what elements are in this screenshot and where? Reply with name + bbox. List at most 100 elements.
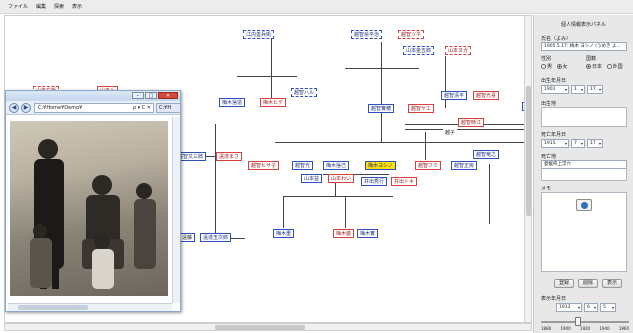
window-titlebar[interactable]: – □ ✕ [6, 91, 180, 101]
tree-node-selected[interactable]: 梅木ヨシノ [365, 161, 397, 170]
tree-node[interactable]: 越智清平 [441, 91, 468, 100]
death-year-select[interactable]: 1915 [541, 139, 569, 148]
window-vertical-scrollbar[interactable] [172, 117, 180, 303]
canvas-vertical-scrollbar[interactable] [524, 16, 531, 322]
window-horizontal-scrollbar[interactable] [8, 303, 172, 311]
connector [283, 196, 393, 197]
tick-label: 1880 [541, 326, 552, 331]
deathplace-label: 死亡地 [541, 154, 557, 160]
tree-node[interactable]: 越智光喜 [473, 91, 500, 100]
tree-node[interactable]: 梅木捨造 [219, 98, 246, 107]
death-day-select[interactable]: 17 [587, 139, 603, 148]
display-date-label: 表示年月日 [541, 296, 567, 302]
connector [283, 196, 284, 228]
tree-node[interactable]: 井出トキ [391, 177, 418, 186]
radio-male-label: 男 [547, 64, 553, 70]
menu-bar: ファイル 編集 探索 表示 [0, 0, 633, 14]
menu-file[interactable]: ファイル [8, 3, 28, 10]
year-slider[interactable]: 1880 1900 1920 1940 1960 [541, 317, 629, 331]
minimize-button[interactable]: – [132, 92, 144, 99]
browser-tab[interactable]: C:¥H [156, 103, 180, 113]
tree-node[interactable]: 山本わい [328, 174, 355, 183]
memo-area[interactable] [541, 192, 627, 272]
tree-node[interactable]: 越智竜之 [473, 150, 500, 159]
tree-node[interactable]: 越智時江 [458, 118, 485, 127]
connector [215, 124, 216, 239]
radio-japan[interactable] [586, 64, 591, 69]
show-button[interactable]: 表示 [602, 279, 622, 288]
tree-node[interactable]: 山本益 [301, 174, 323, 183]
connector [425, 132, 426, 160]
display-year-select[interactable]: 1913 [556, 303, 582, 312]
photo-thumbnail-button[interactable] [576, 199, 592, 211]
register-button[interactable]: 登録 [554, 279, 574, 288]
radio-foreign[interactable] [606, 64, 612, 69]
tree-node[interactable]: 越智余平治 [351, 30, 383, 39]
tree-node[interactable]: 井出秀行 [361, 177, 388, 186]
connector [237, 76, 297, 77]
radio-female-label: 女 [562, 64, 568, 70]
tree-node[interactable]: 梅木實 [357, 229, 379, 238]
tree-node[interactable]: 遠達玉次郎 [200, 233, 232, 242]
birth-month-select[interactable]: 1 [571, 85, 585, 94]
tree-node[interactable]: 梅木ヒデ [260, 98, 287, 107]
family-photo [10, 121, 168, 296]
image-icon [581, 202, 588, 209]
menu-edit[interactable]: 編集 [36, 3, 46, 10]
tree-node[interactable]: 遠達まさ [216, 152, 243, 161]
forward-icon[interactable]: ▶ [21, 103, 31, 113]
panel-title: 個人情報表示パネル [560, 22, 606, 28]
radio-japan-label: 日本 [592, 64, 603, 70]
birthplace-label: 出生地 [541, 101, 557, 107]
tree-node-fragment[interactable]: 遠藤 [179, 233, 196, 242]
deathplace-field-extra[interactable] [541, 169, 627, 181]
back-icon[interactable]: ◀ [9, 103, 19, 113]
menu-view[interactable]: 表示 [72, 3, 82, 10]
address-actions-icon[interactable]: ρ ▾ C ✕ [133, 104, 151, 112]
birth-year-select[interactable]: 1901 [541, 85, 569, 94]
tree-node[interactable]: 越智ヒサ子 [248, 161, 280, 170]
close-button[interactable]: ✕ [158, 92, 178, 99]
tree-node[interactable]: 越智フミ [415, 161, 442, 170]
birth-day-select[interactable]: 17 [587, 85, 603, 94]
tick-label: 1960 [618, 326, 629, 331]
scroll-thumb[interactable] [215, 325, 305, 330]
nation-radio-group: 日本 外国 [586, 63, 623, 70]
deathplace-field[interactable]: 愛媛県上浮穴 [541, 160, 627, 169]
tree-node[interactable]: 越智ハル [291, 88, 318, 97]
tree-node[interactable]: 山本金五郎 [403, 46, 435, 55]
canvas-horizontal-scrollbar[interactable] [4, 323, 532, 331]
slider-ticks: 1880 1900 1920 1940 1960 [541, 326, 629, 331]
display-month-select[interactable]: 6 [584, 303, 598, 312]
scroll-thumb[interactable] [526, 86, 531, 216]
menu-search[interactable]: 探索 [54, 3, 64, 10]
photo-browser-window[interactable]: – □ ✕ ◀ ▶ C:¥Home¥Demo¥ ρ ▾ C ✕ C:¥H [5, 90, 181, 312]
radio-female[interactable] [556, 64, 562, 69]
tree-node[interactable]: 越智實穂 [368, 104, 395, 113]
connector [381, 42, 382, 142]
tree-node[interactable]: 越智ツネ [398, 30, 425, 39]
death-month-select[interactable]: 7 [571, 139, 585, 148]
tree-node[interactable]: 越智ヤエ [408, 104, 435, 113]
display-day-select[interactable]: 5 [600, 303, 616, 312]
birthplace-field[interactable] [541, 107, 627, 127]
tree-node[interactable]: 江内善兵衛 [243, 30, 275, 39]
radio-male[interactable] [541, 64, 546, 69]
slider-thumb[interactable] [575, 317, 581, 326]
delete-button[interactable]: 削除 [578, 279, 598, 288]
nation-label: 国籍 [586, 56, 597, 62]
tree-node[interactable]: 梅木重 [273, 229, 295, 238]
tree-node[interactable]: 山本ヌガ [445, 46, 472, 55]
tree-node[interactable]: 越智正房 [451, 161, 478, 170]
address-text: C:¥Home¥Demo¥ [38, 105, 83, 111]
name-field[interactable]: 1905.5.17: 梅木 ヨシノ (うめき よ... [541, 42, 627, 51]
death-date-label: 死亡年月日 [541, 132, 567, 138]
tree-node[interactable]: 梅木捨己 [323, 161, 350, 170]
tick-label: 1900 [560, 326, 571, 331]
scroll-thumb[interactable] [18, 305, 88, 310]
address-bar[interactable]: C:¥Home¥Demo¥ ρ ▾ C ✕ [34, 103, 154, 113]
tree-node[interactable]: 越智光 [292, 161, 314, 170]
tree-node[interactable]: 梅木盛 [333, 229, 355, 238]
photo-figures [30, 139, 156, 289]
maximize-button[interactable]: □ [145, 92, 157, 99]
